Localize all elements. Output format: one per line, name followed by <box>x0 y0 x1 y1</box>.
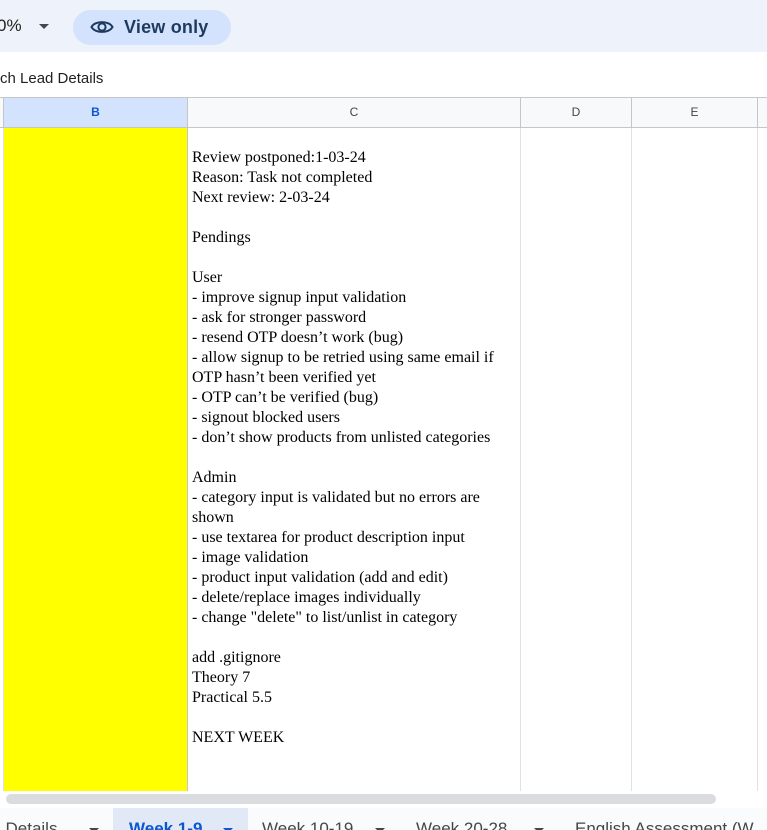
cell-c-line: User <box>192 269 223 286</box>
cell-c-line: - don’t show products from unlisted cate… <box>192 429 491 446</box>
cell-c-line: shown <box>192 509 234 526</box>
toolbar: 0% View only <box>0 0 767 52</box>
cell-b-highlighted[interactable] <box>4 128 188 792</box>
cell-c-line: - ask for stronger password <box>192 309 367 326</box>
sheet-tab-lead-details[interactable]: l Details <box>0 808 107 830</box>
cell-c-line <box>192 708 518 728</box>
cell-c-line: NEXT WEEK <box>192 729 285 746</box>
cell-c-line: - product input validation (add and edit… <box>192 569 448 586</box>
cell-c-line: - improve signup input validation <box>192 289 407 306</box>
cell-c-line: - category input is validated but no err… <box>192 489 480 506</box>
cell-c-line: Pendings <box>192 229 251 246</box>
column-header-f-sliver[interactable] <box>758 98 767 127</box>
cell-c-line <box>192 248 518 268</box>
sheet-tab-label: Week 20-28 <box>416 819 508 830</box>
formula-bar-content: ch Lead Details <box>0 70 104 87</box>
cell-c-text: Review postponed:1-03-24 Reason: Task not… <box>192 148 518 748</box>
sheet-tab-label: Week 10-19 <box>262 819 354 830</box>
scrollbar-thumb[interactable] <box>6 794 716 804</box>
cell-c-line <box>192 628 518 648</box>
cell-c-line: Practical 5.5 <box>192 689 272 706</box>
cell-c-line: Next review: 2-03-24 <box>192 189 330 206</box>
cell-c-line: OTP hasn’t been verified yet <box>192 369 376 386</box>
cell-c-line: Review postponed:1-03-24 <box>192 149 366 166</box>
sheet-tab-label: Week 1-9 <box>129 819 203 830</box>
zoom-dropdown-icon[interactable] <box>39 24 49 29</box>
sheet-tab-week-1-9[interactable]: Week 1-9 <box>113 808 248 830</box>
cell-c-line: Reason: Task not completed <box>192 169 373 186</box>
cell-c-line: add .gitignore <box>192 649 281 666</box>
column-header-row: B C D E <box>0 98 767 128</box>
column-header-e[interactable]: E <box>632 98 758 127</box>
formula-bar[interactable]: ch Lead Details <box>0 64 767 98</box>
sheet-tab-week-20-28[interactable]: Week 20-28 <box>416 808 561 830</box>
cell-c-line: Theory 7 <box>192 669 251 686</box>
cell-c-line: - delete/replace images individually <box>192 589 421 606</box>
sheet-tab-english-assessment[interactable]: English Assessment (W <box>575 808 767 830</box>
cell-e[interactable] <box>632 128 758 792</box>
view-only-button[interactable]: View only <box>73 10 231 45</box>
cell-c-line: - allow signup to be retried using same … <box>192 349 494 366</box>
eye-icon <box>90 21 114 33</box>
sheet-tab-week-10-19[interactable]: Week 10-19 <box>262 808 402 830</box>
cell-c-line: - use textarea for product description i… <box>192 529 465 546</box>
column-header-c[interactable]: C <box>188 98 521 127</box>
cell-c-notes[interactable]: Review postponed:1-03-24 Reason: Task not… <box>188 128 521 792</box>
column-header-d[interactable]: D <box>521 98 632 127</box>
sheet-tab-label: English Assessment (W <box>575 819 754 830</box>
cell-d[interactable] <box>521 128 632 792</box>
cell-c-line: - change "delete" to list/unlist in cate… <box>192 609 458 626</box>
sheet-tab-bar: l Details Week 1-9 Week 10-19 Week 20-28… <box>0 808 767 830</box>
cell-c-line <box>192 208 518 228</box>
zoom-value[interactable]: 0% <box>0 16 22 36</box>
sheet-grid: Review postponed:1-03-24 Reason: Task not… <box>0 128 767 792</box>
cell-c-line: - resend OTP doesn’t work (bug) <box>192 329 404 346</box>
cell-c-line: - signout blocked users <box>192 409 340 426</box>
cell-c-line: - OTP can’t be verified (bug) <box>192 389 379 406</box>
horizontal-scrollbar[interactable] <box>0 791 767 807</box>
column-header-b[interactable]: B <box>4 98 188 127</box>
cell-c-line <box>192 448 518 468</box>
cell-c-line: - image validation <box>192 549 309 566</box>
cell-c-line: Admin <box>192 469 237 486</box>
sheet-tab-label: l Details <box>0 819 58 830</box>
view-only-label: View only <box>124 17 209 37</box>
